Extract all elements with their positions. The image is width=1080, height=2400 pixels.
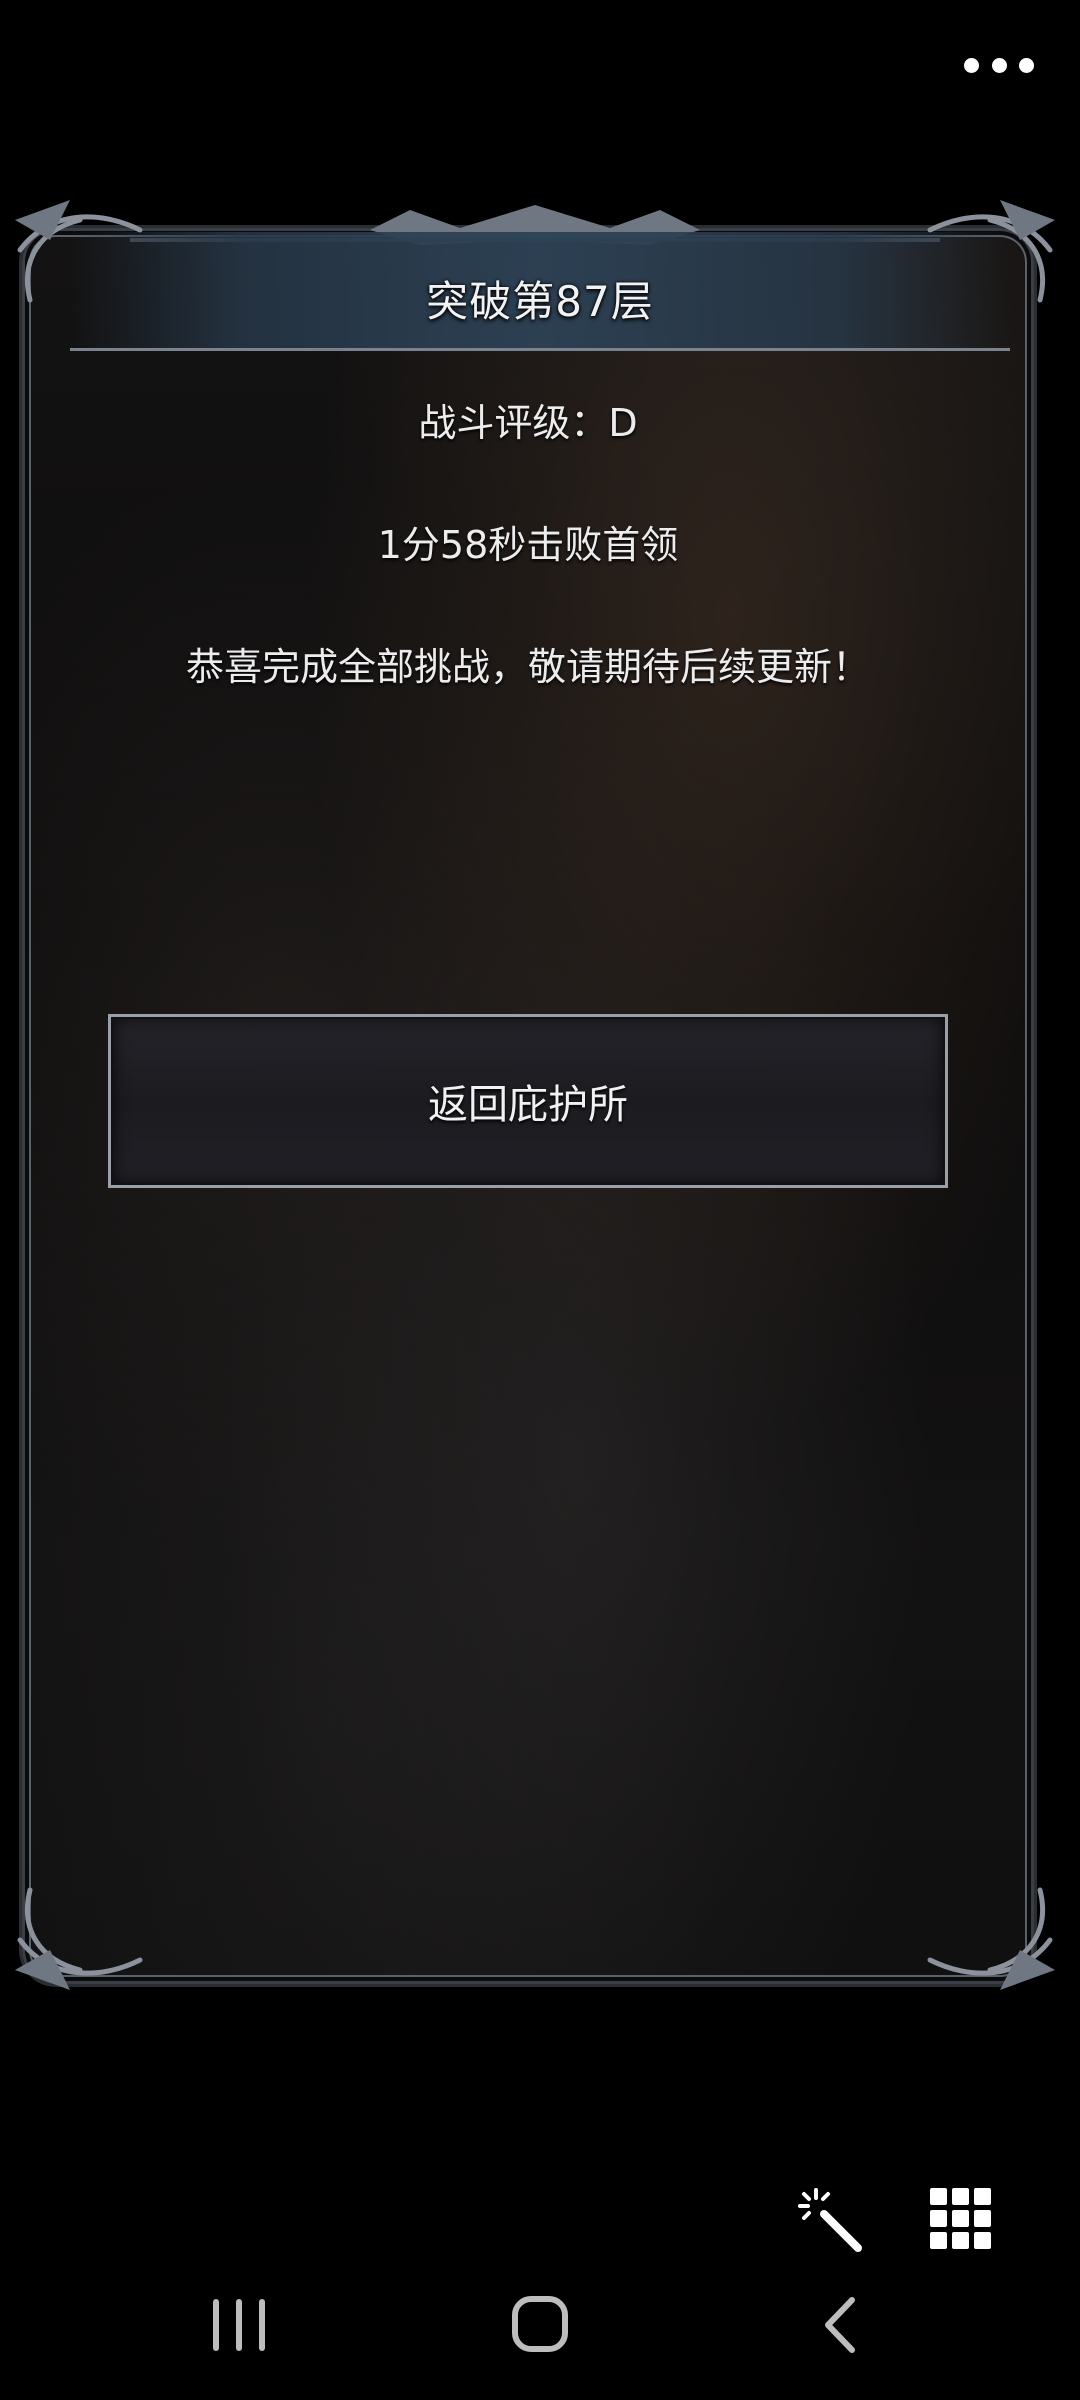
congratulations-text: 恭喜完成全部挑战，敬请期待后续更新！ — [185, 645, 870, 689]
grid-menu-icon[interactable] — [930, 2188, 992, 2250]
more-options-button[interactable] — [964, 48, 1034, 82]
boss-defeat-time-text: 1分58秒击败首领 — [377, 523, 679, 567]
return-to-shelter-button[interactable]: 返回庇护所 — [108, 1014, 948, 1188]
more-horizontal-icon — [964, 57, 979, 73]
more-dot — [1019, 57, 1034, 73]
home-icon[interactable] — [510, 2294, 570, 2354]
magic-wand-icon[interactable] — [796, 2186, 866, 2256]
panel-title: 突破第87层 — [426, 277, 654, 326]
back-icon[interactable] — [822, 2296, 858, 2354]
return-button-label: 返回庇护所 — [428, 1082, 628, 1128]
battle-rating-text: 战斗评级：D — [418, 401, 638, 445]
recent-apps-icon[interactable] — [210, 2298, 268, 2352]
more-dot — [991, 57, 1007, 73]
